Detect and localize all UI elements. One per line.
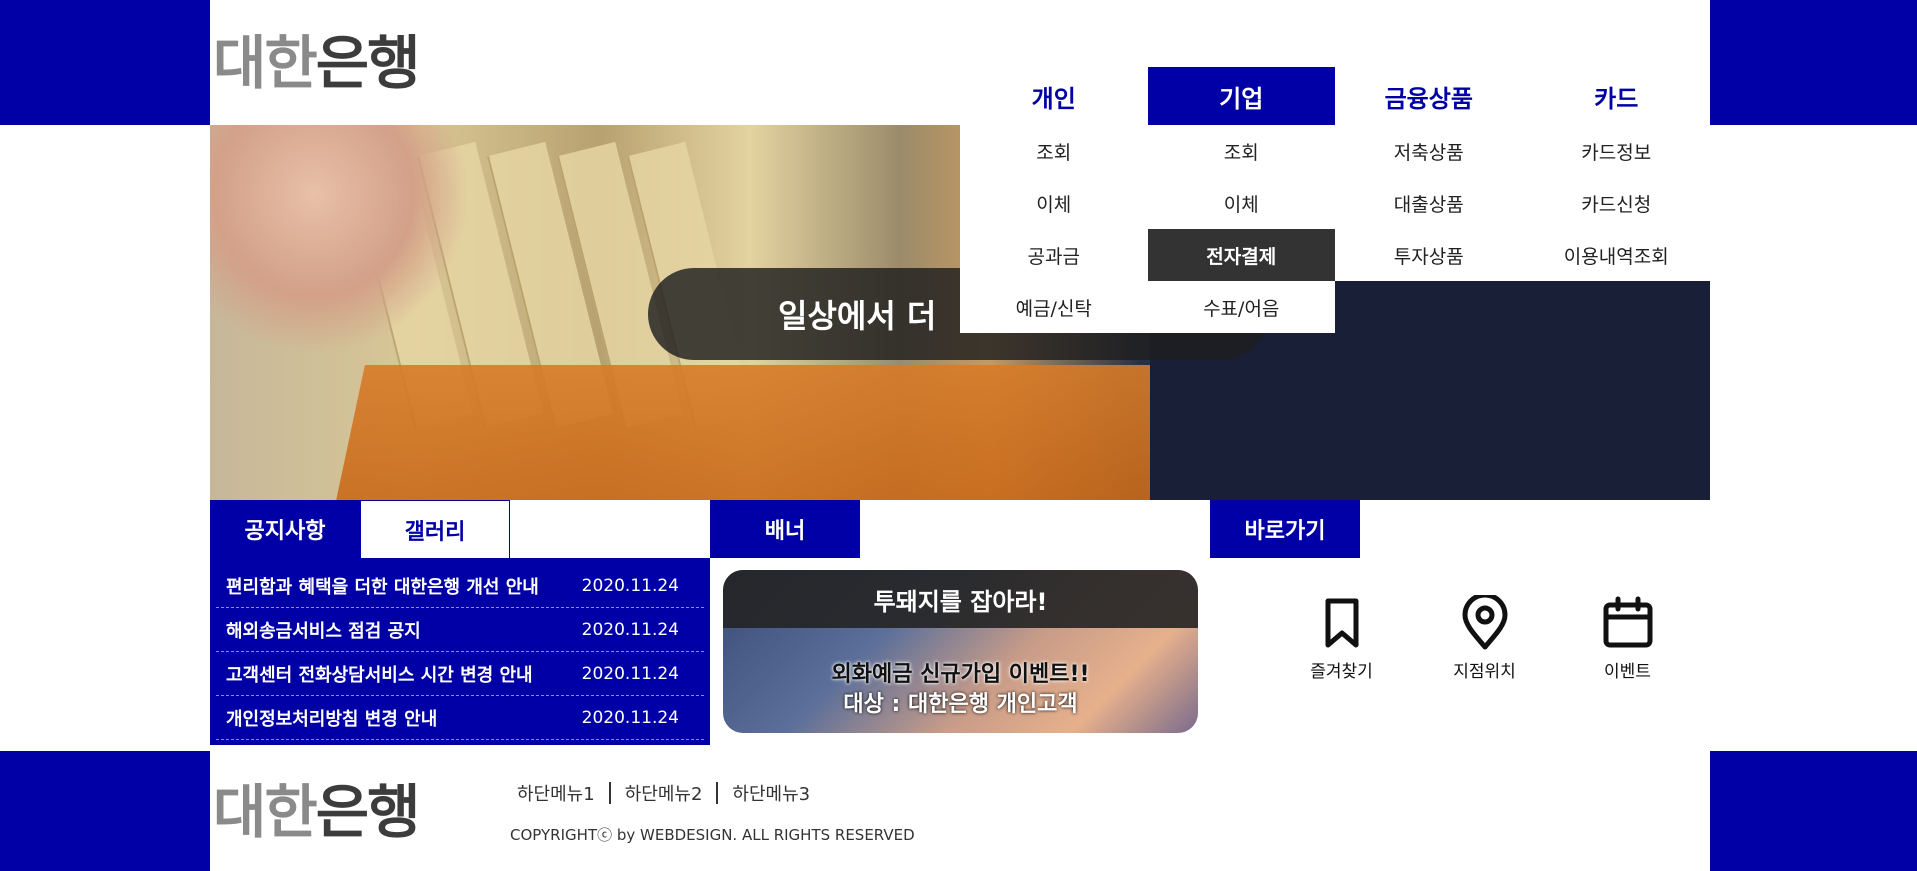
notice-date: 2020.11.24 (581, 663, 679, 684)
wallet-shape (335, 365, 1265, 500)
footer-logo[interactable]: 대한은행 (213, 783, 420, 841)
nav-item[interactable]: 카드정보 (1522, 125, 1710, 177)
header-logo[interactable]: 대한은행 (213, 34, 420, 92)
footer-menu: 하단메뉴1 하단메뉴2 하단메뉴3 (517, 780, 824, 806)
nav-item[interactable]: 조회 (960, 125, 1148, 177)
notice-title: 해외송금서비스 점검 공지 (226, 620, 421, 642)
top-right-block (1710, 0, 1917, 125)
banner-title: 투돼지를 잡아라! (723, 570, 1198, 628)
shortcuts-heading: 바로가기 (1210, 500, 1360, 558)
shortcut-event[interactable]: 이벤트 (1556, 595, 1699, 685)
nav-col-card: 카드 카드정보 카드신청 이용내역조회 (1522, 67, 1711, 333)
list-item[interactable]: 편리함과 혜택을 더한 대한은행 개선 안내 2020.11.24 (216, 564, 704, 608)
banner-line1: 외화예금 신규가입 이벤트!! (831, 662, 1090, 687)
notice-list: 편리함과 혜택을 더한 대한은행 개선 안내 2020.11.24 해외송금서비… (210, 558, 710, 745)
shortcut-bookmark[interactable]: 즐겨찾기 (1270, 595, 1413, 685)
notice-title: 개인정보처리방침 변경 안내 (226, 708, 438, 730)
footer-menu-item[interactable]: 하단메뉴1 (517, 780, 609, 806)
nav-item[interactable]: 예금/신탁 (960, 281, 1148, 333)
footer-menu-item[interactable]: 하단메뉴2 (611, 780, 717, 806)
location-pin-icon (1462, 595, 1507, 650)
notice-date: 2020.11.24 (581, 707, 679, 728)
shortcuts-list: 즐겨찾기 지점위치 이벤트 (1270, 595, 1700, 685)
nav-item[interactable]: 공과금 (960, 229, 1148, 281)
banner-line2: 대상 : 대한은행 개인고객 (843, 692, 1078, 717)
notice-date: 2020.11.24 (581, 619, 679, 640)
bookmark-icon (1325, 598, 1358, 648)
nav-item[interactable]: 조회 (1147, 125, 1335, 177)
nav-item[interactable]: 이체 (1147, 177, 1335, 229)
bottom-left-block (0, 751, 210, 871)
banner-heading: 배너 (710, 500, 860, 558)
notice-title: 편리함과 혜택을 더한 대한은행 개선 안내 (226, 576, 539, 598)
shortcut-location[interactable]: 지점위치 (1413, 595, 1556, 685)
event-banner[interactable]: 투돼지를 잡아라! 외화예금 신규가입 이벤트!! 대상 : 대한은행 개인고객 (723, 570, 1198, 733)
tab-gallery[interactable]: 갤러리 (360, 500, 510, 558)
list-item[interactable]: 고객센터 전화상담서비스 시간 변경 안내 2020.11.24 (216, 652, 704, 696)
logo-part2: 은행 (315, 29, 421, 97)
nav-item[interactable]: 이용내역조회 (1522, 229, 1710, 281)
shortcut-label: 이벤트 (1604, 662, 1651, 682)
nav-col-business: 기업 조회 이체 전자결제 수표/어음 (1147, 67, 1335, 333)
list-item[interactable]: 해외송금서비스 점검 공지 2020.11.24 (216, 608, 704, 652)
hand-shape (210, 125, 470, 355)
shortcut-label: 지점위치 (1453, 662, 1516, 682)
notice-title: 고객센터 전화상담서비스 시간 변경 안내 (226, 664, 533, 686)
nav-item[interactable]: 이체 (960, 177, 1148, 229)
calendar-icon (1603, 596, 1652, 648)
nav-menu-business[interactable]: 기업 (1147, 67, 1335, 125)
nav-item[interactable]: 투자상품 (1335, 229, 1523, 281)
nav-item[interactable]: 카드신청 (1522, 177, 1710, 229)
main-nav: 개인 조회 이체 공과금 예금/신탁 기업 조회 이체 전자결제 수표/어음 금… (960, 67, 1710, 333)
logo-part2: 은행 (315, 778, 421, 846)
nav-item[interactable]: 수표/어음 (1147, 281, 1335, 333)
shortcut-label: 즐겨찾기 (1310, 662, 1373, 682)
notice-date: 2020.11.24 (581, 575, 679, 596)
copyright-text: COPYRIGHTⓒ by WEBDESIGN. ALL RIGHTS RESE… (510, 826, 915, 844)
logo-part1: 대한 (213, 778, 318, 846)
top-left-block (0, 0, 210, 125)
logo-part1: 대한 (213, 29, 318, 97)
notice-tabs: 공지사항 갤러리 (210, 500, 510, 558)
tab-notice[interactable]: 공지사항 (210, 500, 360, 558)
list-item[interactable]: 개인정보처리방침 변경 안내 2020.11.24 (216, 696, 704, 740)
nav-menu-card[interactable]: 카드 (1523, 67, 1711, 125)
nav-item[interactable]: 대출상품 (1335, 177, 1523, 229)
nav-col-personal: 개인 조회 이체 공과금 예금/신탁 (960, 67, 1148, 333)
nav-col-products: 금융상품 저축상품 대출상품 투자상품 (1335, 67, 1523, 333)
footer-menu-item[interactable]: 하단메뉴3 (718, 780, 824, 806)
bottom-right-block (1710, 751, 1917, 871)
nav-menu-products[interactable]: 금융상품 (1335, 67, 1523, 125)
nav-item-active[interactable]: 전자결제 (1147, 229, 1335, 281)
nav-menu-personal[interactable]: 개인 (960, 67, 1148, 125)
nav-item[interactable]: 저축상품 (1335, 125, 1523, 177)
